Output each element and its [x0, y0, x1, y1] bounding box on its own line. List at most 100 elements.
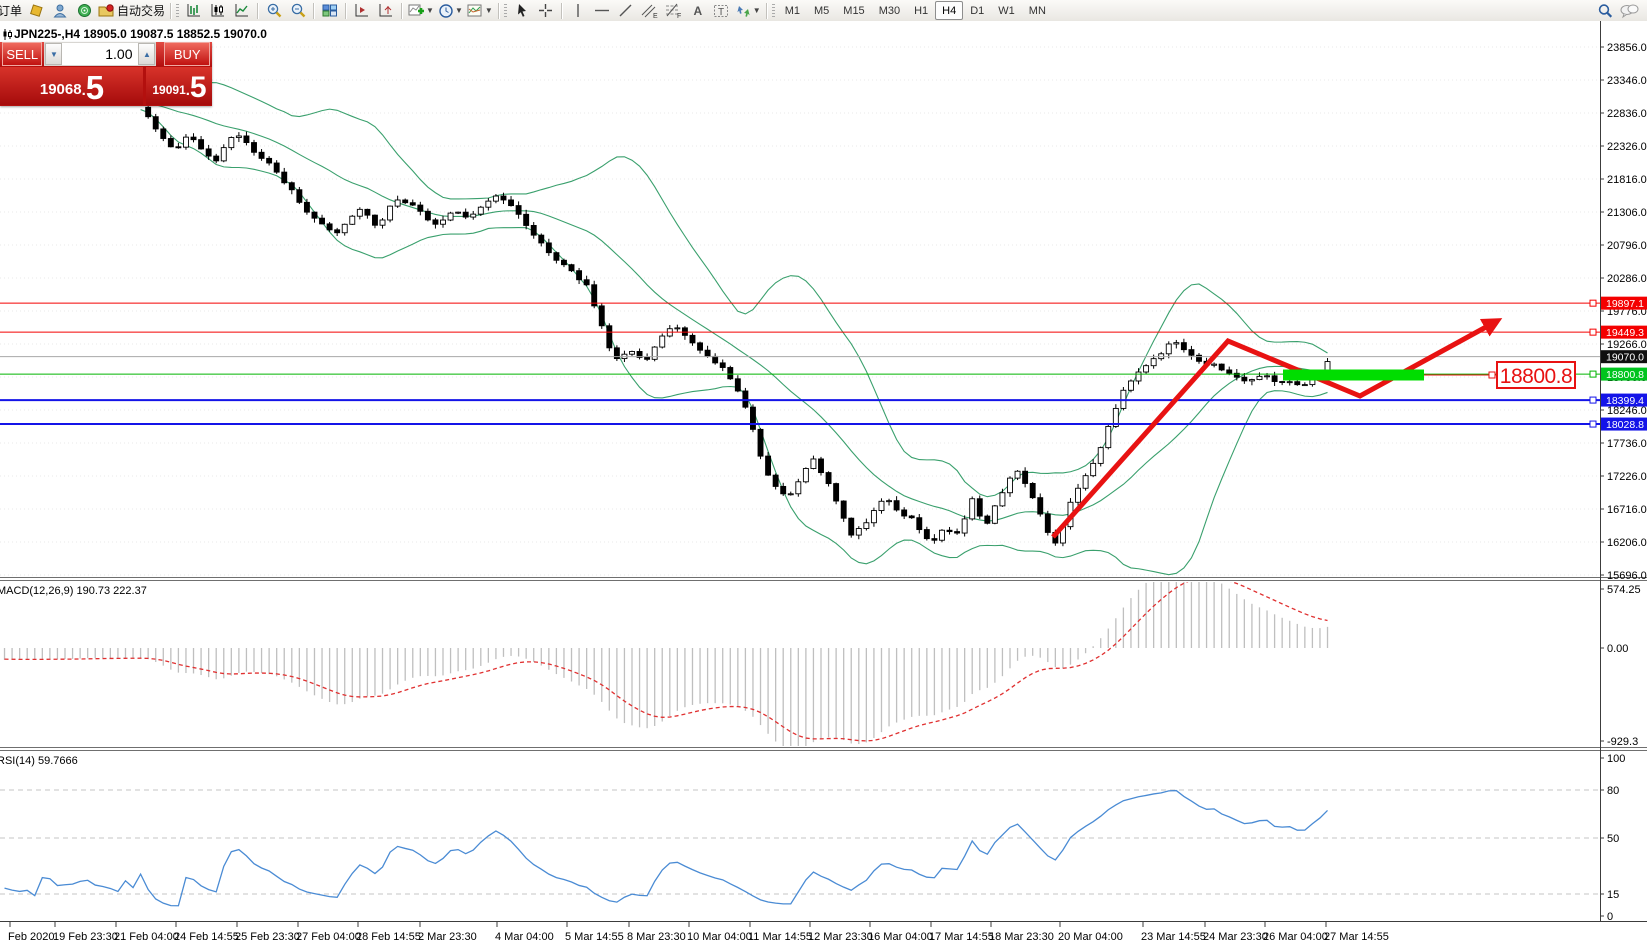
sell-button[interactable]: SELL: [2, 42, 42, 66]
svg-text:19070.0: 19070.0: [1606, 352, 1644, 364]
svg-text:20796.0: 20796.0: [1607, 240, 1647, 252]
search-button[interactable]: [1593, 2, 1617, 20]
arrows-icon: [736, 3, 752, 18]
horizontal-line-tool-button[interactable]: [590, 2, 614, 20]
arrows-tool-button[interactable]: ▼: [734, 2, 763, 20]
vertical-line-tool-button[interactable]: [566, 2, 590, 20]
svg-text:8 Mar 23:30: 8 Mar 23:30: [627, 931, 686, 943]
timeframe-button-h4[interactable]: H4: [935, 1, 963, 20]
market-watch-button[interactable]: [24, 2, 48, 20]
svg-text:22326.0: 22326.0: [1607, 141, 1647, 153]
svg-text:12 Mar 23:30: 12 Mar 23:30: [808, 931, 873, 943]
rsi-panel: [0, 790, 1600, 906]
chart-canvas[interactable]: 23856.023346.022836.022326.021816.021306…: [0, 21, 1647, 946]
buy-price-box[interactable]: 19091.5: [146, 67, 212, 105]
fibo-letter: F: [677, 13, 681, 19]
auto-scroll-button[interactable]: [350, 2, 374, 20]
big-price-label[interactable]: 18800.8: [1497, 362, 1575, 388]
timeframe-button-w1[interactable]: W1: [991, 1, 1022, 20]
svg-text:574.25: 574.25: [1607, 584, 1641, 596]
label-tool-button[interactable]: T: [710, 2, 734, 20]
toolbar-separator: [170, 3, 172, 19]
volume-stepper: ▼ 1.00 ▲: [44, 42, 156, 66]
new-order-button[interactable]: 订单: [0, 2, 24, 20]
line-chart-icon: [234, 3, 250, 18]
tile-windows-icon: [322, 3, 338, 18]
timeframe-button-m1[interactable]: M1: [778, 1, 807, 20]
zoom-out-button[interactable]: [286, 2, 310, 20]
svg-text:21816.0: 21816.0: [1607, 174, 1647, 186]
svg-text:17226.0: 17226.0: [1607, 471, 1647, 483]
volume-decrease-button[interactable]: ▼: [45, 43, 62, 65]
svg-text:2 Mar 23:30: 2 Mar 23:30: [418, 931, 477, 943]
candle-chart-mode-button[interactable]: [206, 2, 230, 20]
chart-shift-icon: [378, 3, 394, 18]
svg-text:17736.0: 17736.0: [1607, 438, 1647, 450]
timeframe-button-m15[interactable]: M15: [836, 1, 871, 20]
svg-text:18800.8: 18800.8: [1606, 369, 1644, 381]
price-axis[interactable]: 23856.023346.022836.022326.021816.021306…: [1590, 42, 1647, 923]
svg-text:15: 15: [1607, 889, 1619, 901]
timeframe-button-d1[interactable]: D1: [963, 1, 991, 20]
trendline-tool-button[interactable]: [614, 2, 638, 20]
fibonacci-tool-button[interactable]: F: [662, 2, 686, 20]
candles-layer: [146, 105, 1330, 546]
signals-button[interactable]: [72, 2, 96, 20]
svg-text:24 Feb 14:55: 24 Feb 14:55: [174, 931, 239, 943]
timeframe-button-m5[interactable]: M5: [807, 1, 836, 20]
svg-text:26 Mar 04:00: 26 Mar 04:00: [1263, 931, 1328, 943]
zoom-in-button[interactable]: [262, 2, 286, 20]
support-zone-bar[interactable]: [1283, 370, 1424, 381]
sell-price-main: 19068: [40, 77, 82, 103]
sell-price-big-digit: 5: [86, 73, 103, 103]
candlestick-chart-icon: [210, 3, 226, 18]
text-label-icon: T: [713, 3, 730, 19]
svg-text:20 Mar 04:00: 20 Mar 04:00: [1058, 931, 1123, 943]
tile-windows-button[interactable]: [318, 2, 342, 20]
svg-text:10 Mar 04:00: 10 Mar 04:00: [687, 931, 752, 943]
timeframe-toolbar: M1M5M15M30H1H4D1W1MN: [778, 1, 1053, 20]
text-tool-button[interactable]: A: [686, 2, 710, 20]
svg-text:15696.0: 15696.0: [1607, 570, 1647, 582]
level-lines[interactable]: [0, 303, 1600, 424]
buy-button[interactable]: BUY: [164, 42, 210, 66]
svg-text:19449.3: 19449.3: [1606, 327, 1644, 339]
toolbar-separator: [766, 3, 768, 19]
template-button[interactable]: ▼: [465, 2, 495, 20]
autotrade-toggle-button[interactable]: 自动交易: [96, 2, 167, 20]
svg-text:23856.0: 23856.0: [1607, 42, 1647, 54]
svg-text:28 Feb 14:55: 28 Feb 14:55: [356, 931, 421, 943]
autotrade-label: 自动交易: [117, 2, 165, 19]
crosshair-tool-button[interactable]: [534, 2, 558, 20]
search-icon: [1597, 3, 1614, 19]
accounts-button[interactable]: [48, 2, 72, 20]
bar-chart-mode-button[interactable]: [182, 2, 206, 20]
svg-text:80: 80: [1607, 785, 1619, 797]
sell-price-box[interactable]: 19068.5: [0, 67, 143, 105]
channel-tool-button[interactable]: E: [638, 2, 662, 20]
timeframe-button-h1[interactable]: H1: [907, 1, 935, 20]
svg-text:4 Mar 04:00: 4 Mar 04:00: [495, 931, 554, 943]
chart-region[interactable]: 23856.023346.022836.022326.021816.021306…: [0, 21, 1647, 946]
add-indicator-button[interactable]: ▼: [406, 2, 436, 20]
line-chart-mode-button[interactable]: [230, 2, 254, 20]
chart-shift-button[interactable]: [374, 2, 398, 20]
volume-input[interactable]: 1.00: [62, 44, 138, 64]
cursor-tool-button[interactable]: [510, 2, 534, 20]
chat-button[interactable]: [1617, 2, 1641, 20]
auto-scroll-icon: [354, 3, 370, 18]
svg-text:24 Mar 23:30: 24 Mar 23:30: [1203, 931, 1268, 943]
timeframe-button-mn[interactable]: MN: [1022, 1, 1053, 20]
macd-panel: [5, 566, 1328, 752]
channel-letter: E: [653, 13, 658, 19]
periods-button[interactable]: ▼: [436, 2, 465, 20]
volume-increase-button[interactable]: ▲: [138, 43, 155, 65]
svg-text:17 Mar 14:55: 17 Mar 14:55: [929, 931, 994, 943]
clock-icon: [438, 3, 454, 19]
time-axis[interactable]: Feb 202019 Feb 23:3021 Feb 04:0024 Feb 1…: [8, 922, 1389, 943]
dropdown-caret-icon: ▼: [426, 6, 434, 15]
text-tool-icon: A: [693, 4, 702, 18]
timeframe-button-m30[interactable]: M30: [872, 1, 907, 20]
trend-forecast-arrow[interactable]: [1053, 321, 1497, 537]
new-order-label: 订单: [0, 2, 22, 19]
